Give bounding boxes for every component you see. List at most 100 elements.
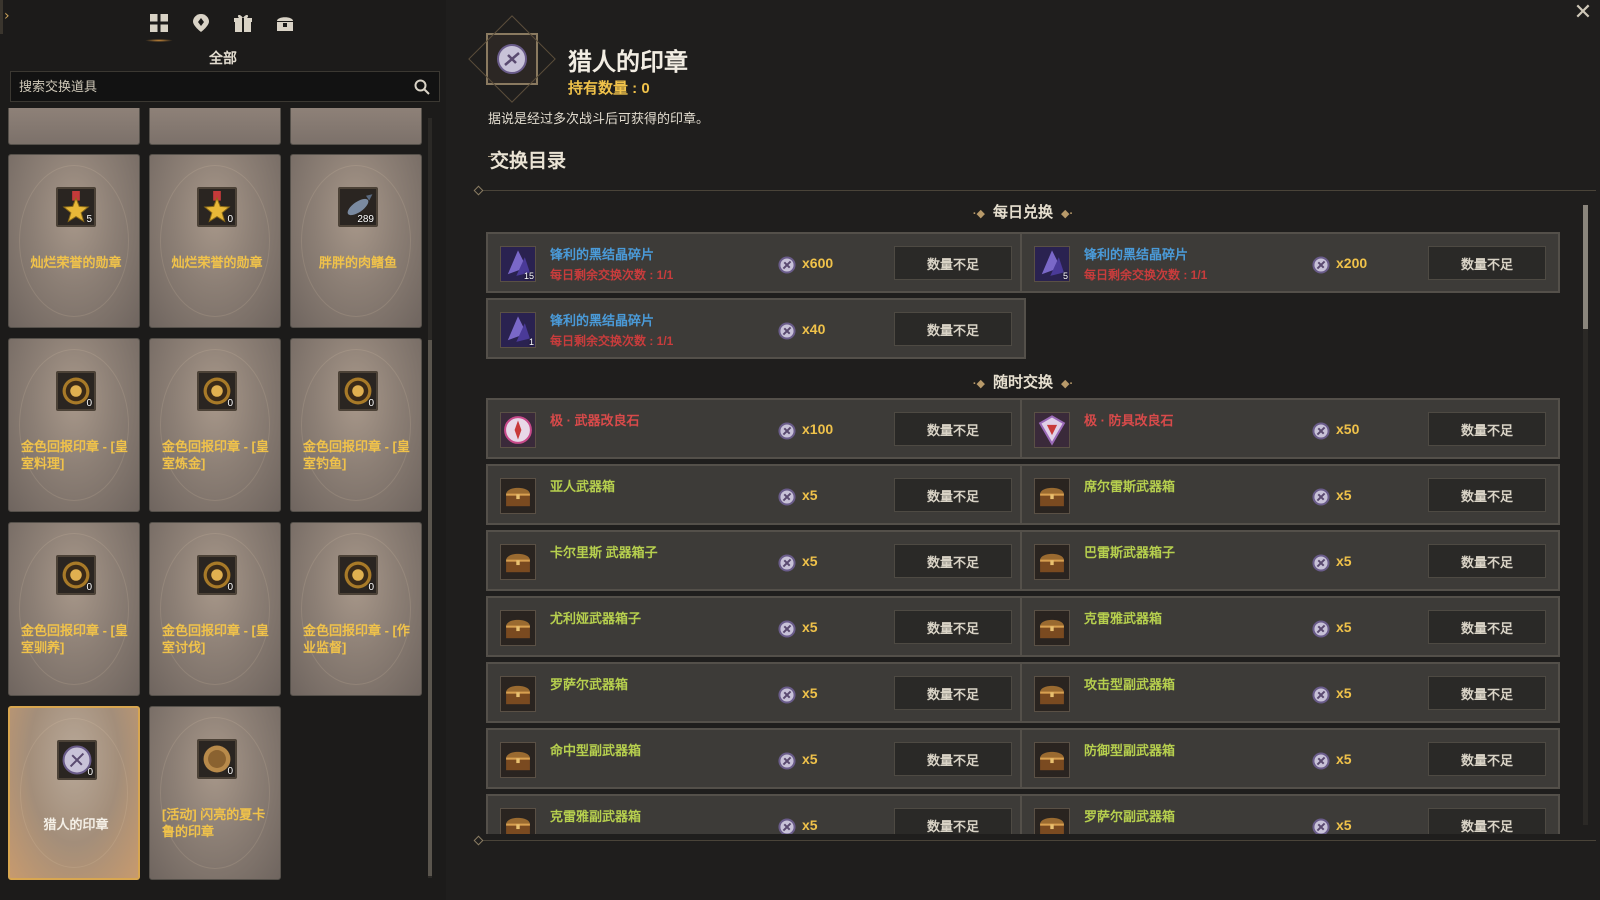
item-count: 0 [227,582,233,593]
item-name: 猎人的印章 [43,817,109,832]
exchange-button[interactable]: 数量不足 [894,676,1012,710]
exchange-button[interactable]: 数量不足 [894,610,1012,644]
item-card[interactable]: 289 胖胖的肉鳍鱼 [290,154,422,328]
exchange-button[interactable]: 数量不足 [1428,412,1546,446]
reward-name: 极 · 武器改良石 [550,413,640,428]
exchange-button[interactable]: 数量不足 [1428,610,1546,644]
exchange-list: 15 锋利的黑结晶碎片 每日剩余交换次数 : 1/1 x600 数量不足 5 锋利的黑结晶碎… [486,0,1580,834]
left-scrollbar[interactable] [428,118,432,878]
hunter-seal-icon [1312,256,1330,274]
item-count: 0 [227,766,233,777]
hunter-seal-icon [1312,686,1330,704]
exchange-button[interactable]: 数量不足 [894,808,1012,834]
cost-amount: x5 [802,685,818,701]
item-name: 灿烂荣誉的勋章 [30,255,122,270]
hunter-seal-icon [1312,620,1330,638]
chest-icon [1034,544,1070,580]
cost-amount: x5 [1336,619,1352,635]
item-card[interactable]: 0 金色回报印章 - [皇室讨伐] [149,522,281,696]
cost-amount: x5 [802,553,818,569]
tab-location[interactable] [187,8,215,38]
item-name: 灿烂荣誉的勋章 [171,255,263,270]
item-card[interactable]: 0 [活动] 闪亮的夏卡鲁的印章 [149,706,281,880]
chest-icon [500,478,536,514]
exchange-button[interactable]: 数量不足 [1428,478,1546,512]
divider-ornament [473,835,484,846]
exchange-row: 罗萨尔武器箱 x5 数量不足 [486,662,1026,723]
map-pin-icon [193,14,209,32]
exchange-button[interactable]: 数量不足 [894,312,1012,346]
exchange-button[interactable]: 数量不足 [894,478,1012,512]
exchange-button[interactable]: 数量不足 [894,742,1012,776]
exchange-button[interactable]: 数量不足 [894,544,1012,578]
exchange-row: 极 · 武器改良石 x100 数量不足 [486,398,1026,459]
item-card[interactable]: 0 金色回报印章 - [皇室料理] [8,338,140,512]
item-card[interactable]: 5 灿烂荣誉的勋章 [8,154,140,328]
reward-name: 防御型副武器箱 [1084,743,1176,758]
item-card[interactable]: 0 猎人的印章 [8,706,140,880]
fish-icon: 289 [338,187,378,227]
crystal-shard-icon: 15 [500,246,536,282]
gold-seal-icon: 0 [338,555,378,595]
exchange-button[interactable]: 数量不足 [1428,742,1546,776]
item-count: 0 [368,582,374,593]
reward-name: 巴雷斯武器箱子 [1084,545,1176,560]
item-grid: 5 灿烂荣誉的勋章 0 灿烂荣誉的勋章 289 胖胖的肉鳍鱼 0 金色回报印章 - [皇室料理… [8,108,432,896]
tab-gift[interactable] [229,8,257,38]
card-partial[interactable] [290,108,422,145]
scroll-thumb[interactable] [1583,205,1588,329]
star-medal-icon: 0 [197,187,237,227]
exchange-row: 亚人武器箱 x5 数量不足 [486,464,1026,525]
card-partial[interactable] [8,108,140,145]
tab-chest[interactable] [271,8,299,38]
chest-icon [500,544,536,580]
cost-amount: x600 [802,255,834,271]
scroll-thumb[interactable] [428,340,432,876]
right-scrollbar[interactable] [1583,205,1588,825]
item-card[interactable]: 0 灿烂荣誉的勋章 [149,154,281,328]
item-name: 胖胖的肉鳍鱼 [318,255,397,270]
card-partial[interactable] [149,108,281,145]
search-input[interactable] [19,79,399,94]
item-count: 0 [87,767,93,778]
reward-name: 罗萨尔副武器箱 [1084,809,1176,824]
cost-amount: x5 [1336,817,1352,833]
item-count: 1 [528,337,534,347]
cost-amount: x200 [1336,255,1368,271]
armor-stone-icon [1034,412,1070,448]
exchange-button[interactable]: 数量不足 [1428,246,1546,280]
item-card[interactable]: 0 金色回报印章 - [作业监督] [290,522,422,696]
hunter-seal-icon [778,620,796,638]
chest-icon [1034,478,1070,514]
item-card[interactable]: 0 金色回报印章 - [皇室钓鱼] [290,338,422,512]
hunter-seal-icon [1312,554,1330,572]
exchange-button[interactable]: 数量不足 [894,246,1012,280]
item-card[interactable]: 0 金色回报印章 - [皇室驯养] [8,522,140,696]
chest-icon [500,610,536,646]
cost-amount: x5 [802,817,818,833]
crystal-shard-icon: 1 [500,312,536,348]
cost-amount: x5 [1336,751,1352,767]
gold-seal-icon: 0 [56,555,96,595]
exchange-button[interactable]: 数量不足 [1428,676,1546,710]
gold-seal-icon: 0 [56,371,96,411]
chest-icon [500,676,536,712]
item-name: [活动] 闪亮的夏卡鲁的印章 [162,807,266,839]
gold-seal-icon: 0 [197,371,237,411]
exchange-row: 极 · 防具改良石 x50 数量不足 [1020,398,1560,459]
exchange-button[interactable]: 数量不足 [894,412,1012,446]
search-icon[interactable] [413,78,431,96]
chest-icon [500,808,536,834]
coin-icon: 0 [197,739,237,779]
tab-all[interactable] [145,8,173,42]
exchange-button[interactable]: 数量不足 [1428,544,1546,578]
crystal-shard-icon: 5 [1034,246,1070,282]
exchange-button[interactable]: 数量不足 [1428,808,1546,834]
exchange-row: 1 锋利的黑结晶碎片 每日剩余交换次数 : 1/1 x40 数量不足 [486,298,1026,359]
item-name: 金色回报印章 - [皇室料理] [21,439,128,471]
category-tabs [145,8,299,42]
item-card[interactable]: 0 金色回报印章 - [皇室炼金] [149,338,281,512]
expand-arrow-icon[interactable]: › [4,8,10,24]
weapon-stone-icon [500,412,536,448]
reward-name: 亚人武器箱 [550,479,616,494]
